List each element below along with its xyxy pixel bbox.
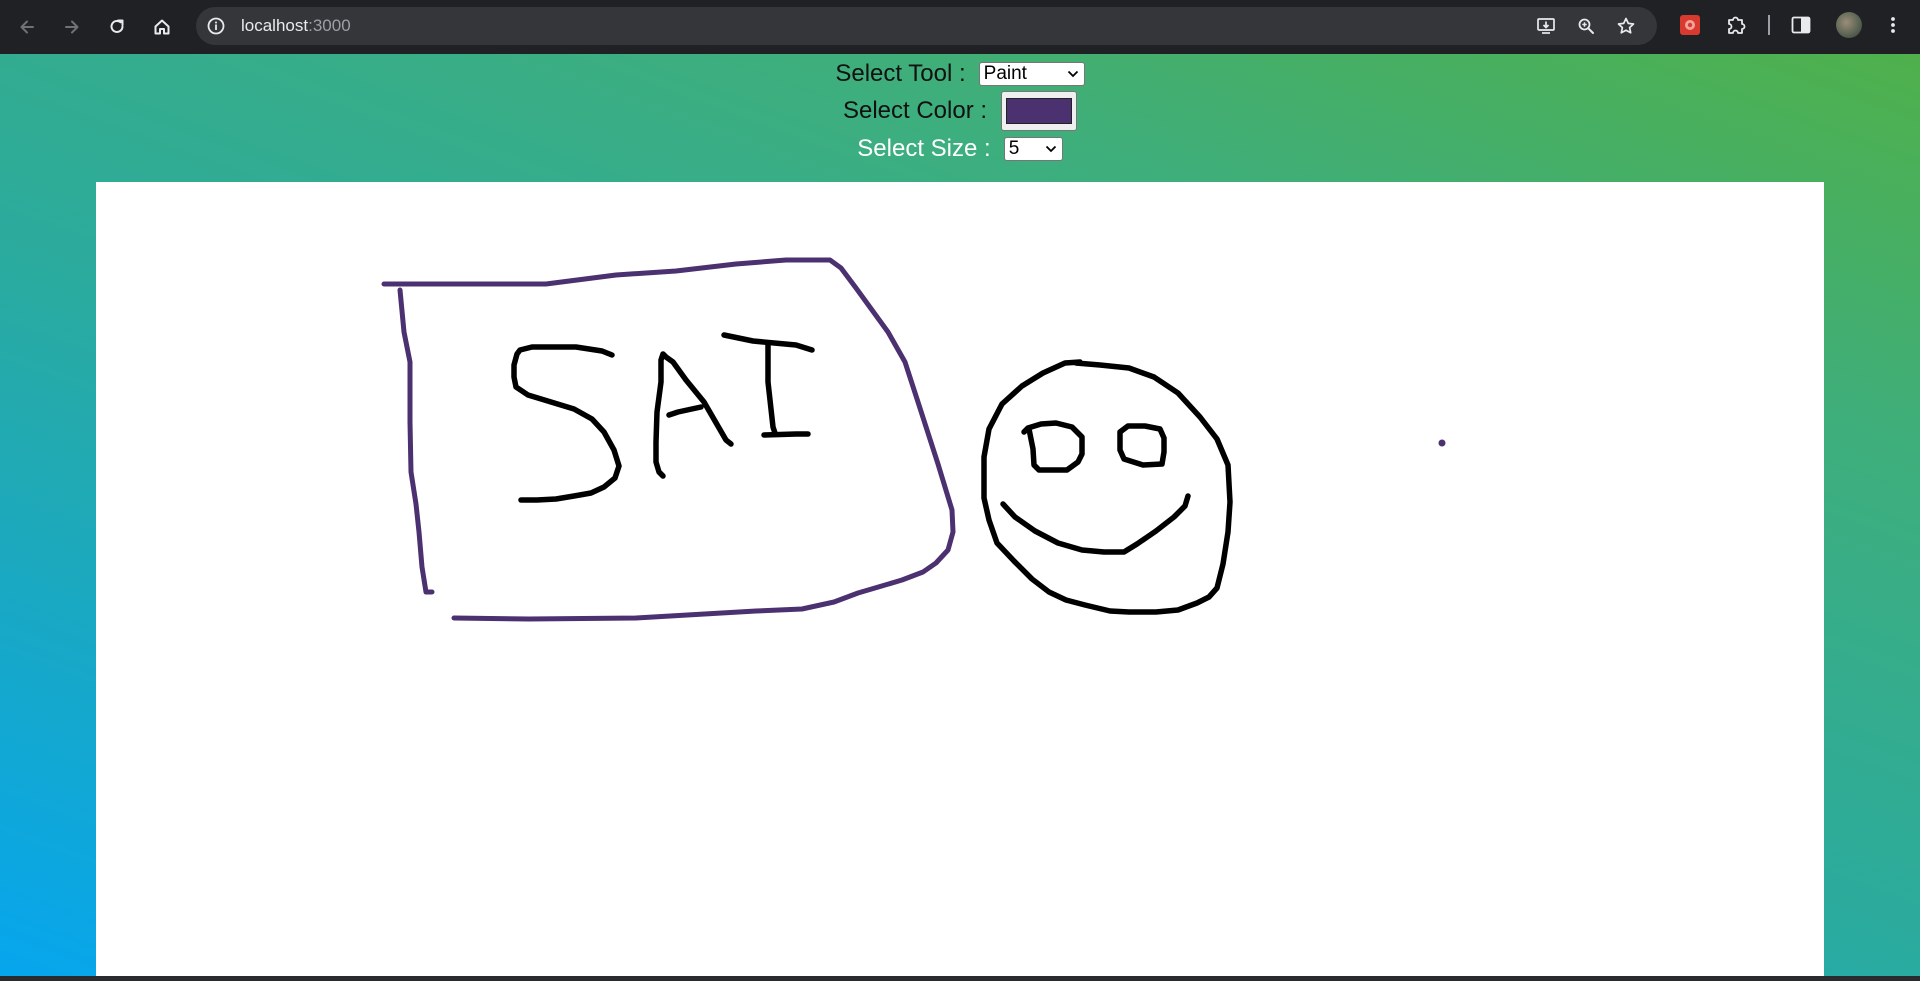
smiley-mouth-stroke (1000, 493, 1191, 555)
size-select[interactable]: 5 (1003, 137, 1063, 161)
toolbar-divider (1768, 15, 1770, 35)
tool-label: Select Tool : (835, 60, 966, 87)
reload-icon (110, 19, 124, 33)
color-control-row: Select Color : (0, 91, 1920, 131)
drawing-canvas[interactable] (96, 182, 1824, 976)
smiley-right-eye-stroke (1117, 423, 1167, 468)
extension-icon (1680, 15, 1700, 35)
purple-box-stroke (381, 257, 956, 622)
url-port: :3000 (308, 16, 351, 35)
home-button[interactable] (146, 11, 178, 43)
purple-box-left-stroke (397, 287, 435, 595)
letter-s-stroke (511, 344, 622, 503)
smiley-outline-stroke (981, 359, 1233, 615)
size-select-value: 5 (1008, 138, 1020, 159)
size-control-row: Select Size : 5 (0, 134, 1920, 164)
color-label: Select Color : (842, 97, 988, 124)
letter-a-crossbar-stroke (666, 404, 704, 418)
chevron-down-icon (1067, 70, 1078, 78)
puzzle-icon (1728, 16, 1746, 34)
info-icon[interactable] (206, 16, 226, 36)
arrow-right-icon (65, 20, 79, 34)
reload-button[interactable] (101, 11, 133, 43)
star-icon[interactable] (1616, 16, 1636, 36)
profile-avatar[interactable] (1836, 12, 1862, 38)
back-button[interactable] (11, 11, 43, 43)
url-host: localhost (241, 16, 309, 35)
more-vert-icon (1891, 17, 1895, 33)
smiley-left-eye-stroke (1021, 420, 1085, 473)
forward-button[interactable] (56, 11, 88, 43)
chevron-down-icon (1045, 145, 1056, 153)
install-app-icon[interactable] (1536, 16, 1556, 36)
menu-button[interactable] (1880, 12, 1906, 38)
address-url[interactable]: localhost:3000 (241, 17, 351, 35)
extension-button[interactable] (1677, 12, 1703, 38)
zoom-icon[interactable] (1576, 16, 1596, 36)
size-label: Select Size : (857, 135, 991, 162)
address-bar[interactable]: localhost:3000 (196, 7, 1657, 45)
extensions-button[interactable] (1723, 12, 1749, 38)
drawing-layer (381, 257, 1446, 622)
browser-toolbar: localhost:3000 (0, 0, 1920, 54)
letter-i-base-stroke (761, 431, 811, 438)
side-panel-button[interactable] (1788, 12, 1814, 38)
color-picker-swatch (1006, 98, 1073, 124)
side-panel-icon (1791, 16, 1811, 34)
bottom-strip (0, 976, 1920, 981)
color-picker[interactable] (1001, 91, 1078, 131)
home-icon (154, 19, 170, 35)
arrow-left-icon (20, 20, 34, 34)
tool-select[interactable]: Paint (978, 62, 1085, 86)
letter-i-stem-stroke (765, 341, 778, 436)
purple-dot (1438, 439, 1446, 447)
tool-control-row: Select Tool : Paint (0, 59, 1920, 89)
tool-select-value: Paint (983, 63, 1027, 84)
